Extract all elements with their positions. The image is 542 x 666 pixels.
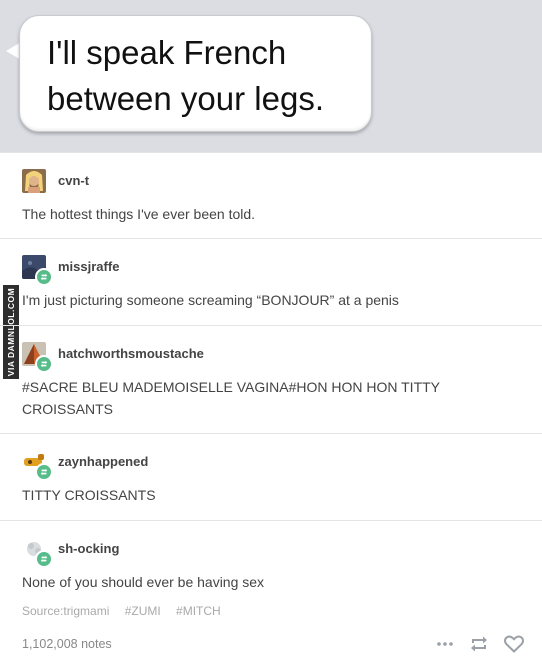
message-text: I'll speak French between your legs. bbox=[47, 34, 325, 117]
tag-link[interactable]: #MITCH bbox=[176, 604, 221, 618]
post-text: None of you should ever be having sex bbox=[22, 574, 265, 590]
post-text: #SACRE BLEU MADEMOISELLE VAGINA#HON HON … bbox=[22, 379, 440, 417]
reblog-badge-icon bbox=[35, 463, 53, 481]
source-link[interactable]: Source:trigmami bbox=[22, 604, 109, 618]
source-tags-row: Source:trigmami #ZUMI #MITCH bbox=[22, 604, 233, 618]
post-text: The hottest things I've ever been told. bbox=[22, 206, 256, 222]
more-icon[interactable] bbox=[436, 641, 454, 647]
tag-link[interactable]: #ZUMI bbox=[125, 604, 161, 618]
message-header: I'll speak French between your legs. bbox=[0, 0, 542, 152]
post-text: TITTY CROISSANTS bbox=[22, 487, 156, 503]
post-item: missjraffe I'm just picturing someone sc… bbox=[0, 238, 542, 326]
post-username[interactable]: hatchworthsmoustache bbox=[58, 346, 204, 361]
post-text: I'm just picturing someone screaming “BO… bbox=[22, 292, 399, 308]
reblog-badge-icon bbox=[35, 550, 53, 568]
post-item: zaynhappened TITTY CROISSANTS bbox=[0, 433, 542, 521]
reblog-icon[interactable] bbox=[468, 635, 490, 653]
post-username[interactable]: zaynhappened bbox=[58, 454, 148, 469]
post-username[interactable]: cvn-t bbox=[58, 173, 89, 188]
post-item: hatchworthsmoustache #SACRE BLEU MADEMOI… bbox=[0, 325, 542, 434]
post-username[interactable]: sh-ocking bbox=[58, 541, 119, 556]
like-icon[interactable] bbox=[504, 635, 524, 653]
reblog-badge-icon bbox=[35, 355, 53, 373]
post-item: cvn-t The hottest things I've ever been … bbox=[0, 152, 542, 239]
notes-count[interactable]: 1,102,008 notes bbox=[22, 637, 112, 651]
user-avatar-icon[interactable] bbox=[22, 169, 46, 193]
message-bubble: I'll speak French between your legs. bbox=[19, 15, 372, 132]
reblog-badge-icon bbox=[35, 268, 53, 286]
post-username[interactable]: missjraffe bbox=[58, 259, 119, 274]
post-actions bbox=[422, 633, 524, 655]
